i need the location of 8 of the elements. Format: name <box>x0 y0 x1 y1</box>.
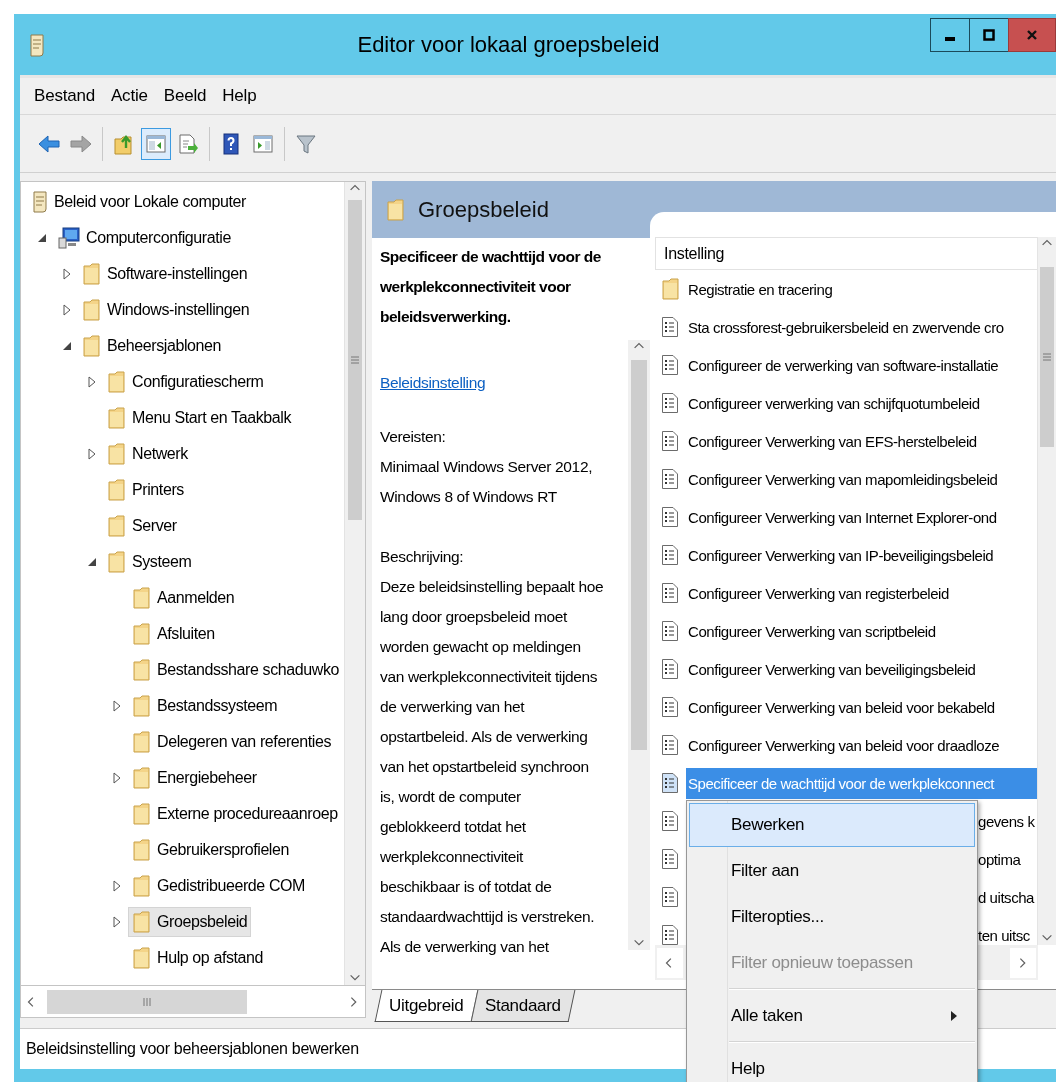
window-title: Editor voor lokaal groepsbeleid <box>356 31 661 58</box>
status-text: Beleidsinstelling voor beheersjablonen bewerken <box>26 1040 359 1058</box>
requirements-label: Vereisten: <box>380 427 447 447</box>
description-text: Deze beleidsinstelling bepaalt hoe lang door groepsbeleid moet worden gewacht op meldingen van werkplekconnectiviteit tijdens de verwerking van het opstartbeleid. Als de verwerking van het opstartbeleid synchroon is, wordt de computer geblokkeerd totdat het werkplekconnectiviteit beschikbaar is of totdat de standaardwachttijd is verstreken. Als de verwerking van het <box>380 577 605 957</box>
requirements-text: Minimaal Windows Server 2012, Windows 8 of Windows RT <box>380 457 594 507</box>
section-title: Groepsbeleid <box>418 196 549 223</box>
policy-title: Specificeer de wachttijd voor de werkplekconnectiviteit voor beleidsverwerking. <box>380 247 602 327</box>
description-label: Beschrijving: <box>380 547 465 567</box>
